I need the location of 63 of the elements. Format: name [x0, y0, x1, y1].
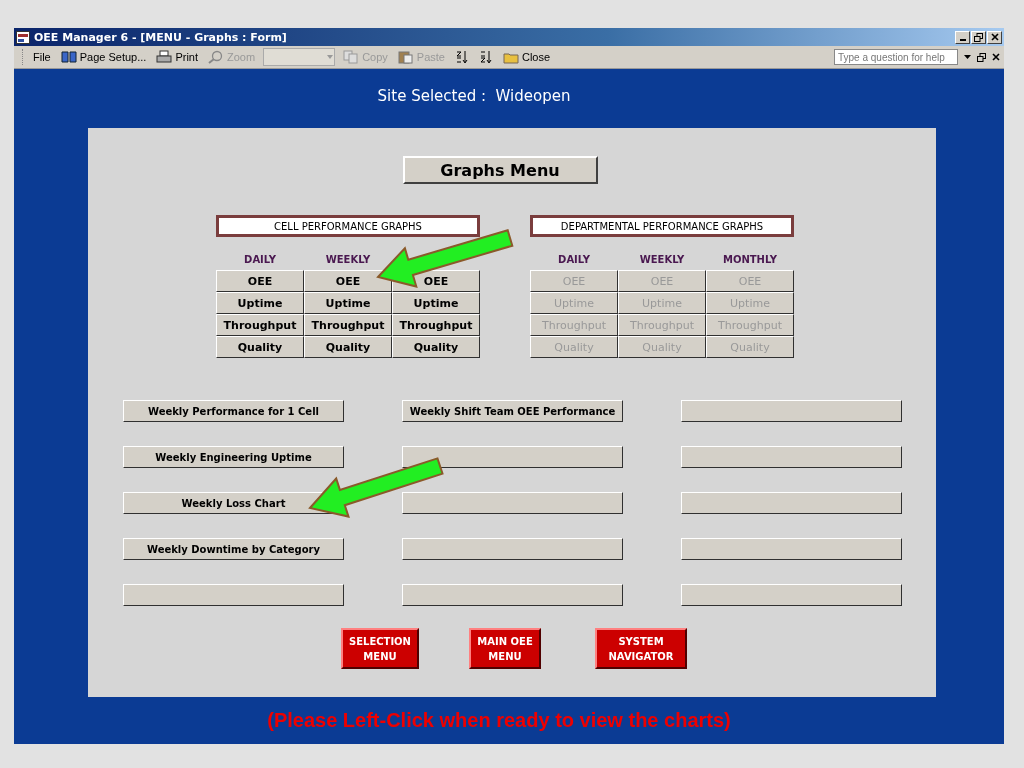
group-title: CELL PERFORMANCE GRAPHS — [216, 215, 480, 237]
report-button[interactable]: Weekly Shift Team OEE Performance — [402, 400, 623, 422]
report-button[interactable]: Weekly Downtime by Category — [123, 538, 344, 560]
graph-button[interactable]: OEE — [216, 270, 304, 292]
close-icon — [990, 33, 999, 41]
arrow-icon — [376, 229, 514, 288]
column-header: WEEKLY — [639, 253, 685, 265]
graphs-menu-button[interactable]: Graphs Menu — [402, 156, 598, 184]
column-header: DAILY — [244, 253, 276, 265]
report-button[interactable] — [681, 584, 902, 606]
graph-button[interactable]: Uptime — [392, 292, 480, 314]
toolbar-button[interactable]: Print — [154, 49, 201, 65]
graph-button[interactable]: Quality — [392, 336, 480, 358]
graph-button[interactable]: Uptime — [216, 292, 304, 314]
site-label: Site Selected : Wideopen — [377, 86, 571, 107]
graph-button[interactable]: Uptime — [304, 292, 392, 314]
graph-button[interactable]: Throughput — [392, 314, 480, 336]
report-button[interactable]: Weekly Engineering Uptime — [123, 446, 344, 468]
sort-descending-icon — [479, 50, 493, 64]
toolbar-button[interactable]: Close — [501, 49, 553, 65]
window-title: OEE Manager 6 - [MENU - Graphs : Form] — [34, 30, 287, 44]
paste-icon — [397, 50, 414, 64]
nav-button[interactable]: SYSTEM NAVIGATOR — [595, 628, 687, 669]
report-button[interactable]: Weekly Performance for 1 Cell — [123, 400, 344, 422]
help-search-field[interactable]: Type a question for help — [834, 49, 958, 65]
report-button[interactable] — [402, 584, 623, 606]
report-button[interactable] — [402, 492, 623, 514]
toolbar-button[interactable]: Page Setup... — [58, 49, 149, 65]
report-button[interactable] — [402, 446, 623, 468]
magnifier-icon — [208, 50, 225, 64]
column-header: DAILY — [558, 253, 590, 265]
graph-button[interactable]: Quality — [304, 336, 392, 358]
graph-button[interactable]: Throughput — [304, 314, 392, 336]
folder-icon — [503, 50, 519, 64]
copy-icon — [343, 50, 360, 64]
menu-item[interactable]: File — [31, 50, 53, 64]
sort-ascending-icon — [455, 50, 469, 64]
dropdown-icon — [326, 54, 335, 60]
column-header: MONTHLY — [722, 253, 778, 265]
close-icon[interactable] — [992, 53, 1000, 61]
restore-button[interactable] — [971, 30, 986, 44]
report-button[interactable] — [681, 400, 902, 422]
restore-icon — [974, 32, 983, 42]
printer-icon — [156, 50, 173, 64]
nav-button[interactable]: MAIN OEE MENU — [469, 628, 541, 669]
report-button[interactable] — [681, 492, 902, 514]
minimize-button[interactable] — [955, 30, 970, 44]
close-button[interactable] — [987, 30, 1002, 44]
graph-button[interactable]: Quality — [216, 336, 304, 358]
graph-button[interactable]: OEE — [304, 270, 392, 292]
column-header: WEEKLY — [325, 253, 371, 265]
nav-button[interactable]: SELECTION MENU — [341, 628, 419, 669]
report-button[interactable] — [681, 538, 902, 560]
report-button[interactable] — [402, 538, 623, 560]
report-button[interactable] — [123, 584, 344, 606]
app-icon — [16, 30, 30, 44]
instruction-text: (Please Left-Click when ready to view the charts) — [267, 709, 731, 732]
dropdown-icon[interactable] — [964, 55, 971, 59]
graph-button[interactable]: Throughput — [216, 314, 304, 336]
group-title: DEPARTMENTAL PERFORMANCE GRAPHS — [530, 215, 794, 237]
report-button[interactable] — [681, 446, 902, 468]
restore-icon[interactable] — [977, 52, 986, 62]
book-icon — [60, 50, 77, 64]
